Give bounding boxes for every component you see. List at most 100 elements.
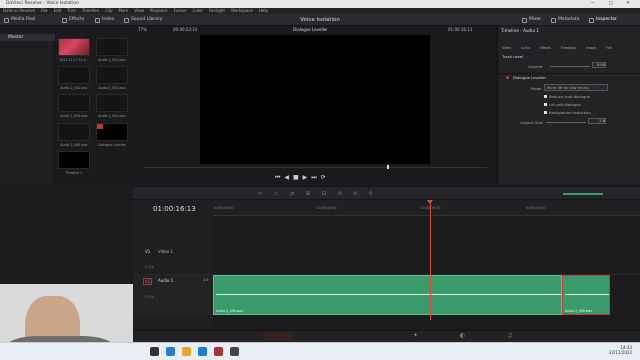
checkbox[interactable] xyxy=(544,111,547,114)
davinci-icon[interactable] xyxy=(230,347,239,356)
scrubber-bar[interactable] xyxy=(143,167,487,168)
clip-thumbnail-image xyxy=(59,39,89,55)
media-clip-thumb[interactable] xyxy=(96,123,128,141)
inspector-title: Timeline - Audio 1 xyxy=(501,28,539,33)
mixer-icon xyxy=(522,17,527,23)
output-gain-slider[interactable] xyxy=(546,122,586,123)
media-clip-thumb[interactable] xyxy=(58,38,90,56)
media-clip-label: Audio 2_004.wav xyxy=(60,114,88,118)
media-pool-button[interactable]: Media Pool xyxy=(4,14,35,26)
app-icon[interactable] xyxy=(198,347,207,356)
volume-slider[interactable] xyxy=(550,66,590,67)
record-timecode: 01:00:16:13 xyxy=(448,27,473,32)
sound-library-button[interactable]: Sound Library xyxy=(124,14,162,26)
playhead-handle[interactable] xyxy=(427,200,433,204)
playhead[interactable] xyxy=(430,200,431,320)
folder-icon[interactable] xyxy=(182,347,191,356)
index-button[interactable]: Index xyxy=(95,14,114,26)
edit-tools[interactable]: ✂ ▭ ⇄ ⊞ ⊟ ⟲ ⟳ ⚲ xyxy=(258,191,378,197)
effects-icon xyxy=(62,17,67,23)
tab-effects[interactable]: Effects xyxy=(540,46,551,50)
checkbox[interactable] xyxy=(544,95,547,98)
inspector-tabs: Video Audio Effects Transition Image Fil… xyxy=(502,46,612,50)
viewer-clip-name[interactable]: Dialogue Leveller xyxy=(293,26,328,34)
media-clip-thumb[interactable] xyxy=(58,94,90,112)
viewer-header: 77% 00:00:23:10 Dialogue Leveller 01:00:… xyxy=(133,26,497,34)
audio-clip[interactable]: Audio 2_006.wav xyxy=(562,275,610,315)
checkbox[interactable] xyxy=(544,103,547,106)
window-controls[interactable]: — ▢ ✕ xyxy=(591,0,636,8)
master-bin[interactable]: Master xyxy=(0,34,55,41)
viewer-screen[interactable] xyxy=(200,35,430,164)
v1-header[interactable]: V1 Video 1 0 Clip xyxy=(133,245,213,275)
mode-dropdown[interactable]: More lift for low levels xyxy=(544,84,608,91)
timeline-thumb[interactable] xyxy=(58,151,90,169)
media-clip-label: Timeline 1 xyxy=(65,171,83,175)
track-level-heading: Track Level xyxy=(502,54,524,59)
zoom-level[interactable]: 77% xyxy=(138,26,147,34)
output-gain-label: Output Gain xyxy=(520,120,544,125)
transport-controls[interactable]: ⏮◀■▶⏭⟳ xyxy=(275,174,330,182)
inspector-button[interactable]: Inspector xyxy=(589,14,617,26)
clock[interactable]: 14:43 22/11/2022 xyxy=(609,345,632,355)
media-clip-thumb[interactable] xyxy=(58,66,90,84)
volume-value[interactable]: 0.00 xyxy=(592,62,606,68)
mixer-button[interactable]: Mixer xyxy=(522,14,541,26)
media-clip-label: Audio 2_002.wav xyxy=(60,86,88,90)
tab-audio[interactable]: Audio xyxy=(521,46,530,50)
media-pool-icon xyxy=(4,17,9,23)
app-icon[interactable] xyxy=(150,347,159,356)
a1-header[interactable]: A1 Audio 1 2.0 0 Clip xyxy=(133,275,213,315)
audio-waveform xyxy=(216,294,561,295)
tab-file[interactable]: File xyxy=(606,46,611,50)
audio-clip[interactable]: Audio 2_006.wav xyxy=(213,275,562,315)
divider xyxy=(498,73,640,74)
opt-reduce-loud[interactable]: Reduce loud dialogue xyxy=(544,94,590,99)
window-title: DaVinci Resolve - Voice Isolation xyxy=(6,1,79,6)
media-clip-thumb[interactable] xyxy=(96,66,128,84)
sound-library-icon xyxy=(124,17,129,23)
media-clip-label: Audio 2_003.wav xyxy=(98,86,126,90)
tab-transition[interactable]: Transition xyxy=(561,46,576,50)
tab-image[interactable]: Image xyxy=(586,46,596,50)
metadata-icon xyxy=(551,17,556,23)
output-gain-value[interactable]: 2.6 xyxy=(588,118,606,124)
page-navigation-bar: ✦ ◐ ♫ xyxy=(133,330,640,342)
timeline-timecode: 01:00:16:13 xyxy=(153,205,196,213)
media-clip-label: Audio 2_006.wav xyxy=(60,143,88,147)
media-clip-label: Audio 2_005.wav xyxy=(98,114,126,118)
inspector-panel: Timeline - Audio 1 Video Audio Effects T… xyxy=(497,26,640,184)
opt-lift-soft[interactable]: Lift soft dialogue xyxy=(544,102,581,107)
media-clip-thumb[interactable] xyxy=(96,38,128,56)
viewer-panel: 77% 00:00:23:10 Dialogue Leveller 01:00:… xyxy=(133,26,497,186)
media-clip-thumb[interactable] xyxy=(58,123,90,141)
source-timecode: 00:00:23:10 xyxy=(173,27,198,32)
page-button[interactable] xyxy=(263,333,293,340)
media-clip-thumb[interactable] xyxy=(96,94,128,112)
tab-video[interactable]: Video xyxy=(502,46,511,50)
app-icon[interactable] xyxy=(166,347,175,356)
track-headers: 01:00:16:13 V1 Video 1 0 Clip A1 Audio 1… xyxy=(133,200,213,330)
index-icon xyxy=(95,17,100,23)
media-clip-label: Dialogue Leveller xyxy=(98,143,126,147)
volume-meter[interactable] xyxy=(563,193,603,195)
clip-color-flag xyxy=(97,124,103,129)
effect-enable-dot[interactable] xyxy=(506,76,509,79)
timeline-toolbar: ✂ ▭ ⇄ ⊞ ⊟ ⟲ ⟳ ⚲ xyxy=(133,186,640,200)
window-titlebar: DaVinci Resolve - Voice Isolation — ▢ ✕ xyxy=(0,0,640,8)
metadata-button[interactable]: Metadata xyxy=(551,14,579,26)
page-icons[interactable]: ✦ ◐ ♫ xyxy=(413,332,532,339)
video-track-v1[interactable] xyxy=(213,245,640,275)
volume-label: Volume xyxy=(528,64,543,69)
timeline-area[interactable]: 01:00:00:00 01:00:08:00 01:00:16:00 01:0… xyxy=(213,200,640,330)
mode-label: Mode xyxy=(531,86,542,91)
inspector-icon xyxy=(589,17,594,23)
opt-background-reduction[interactable]: Background reduction xyxy=(544,110,591,115)
effects-button[interactable]: Effects xyxy=(62,14,84,26)
effect-name: Dialogue Leveller xyxy=(513,75,547,80)
app-icon[interactable] xyxy=(214,347,223,356)
audio-waveform xyxy=(565,294,609,295)
scrubber-handle[interactable] xyxy=(387,165,389,169)
media-clip-label: 2022-11-27 12-5... xyxy=(59,58,89,62)
windows-taskbar: 14:43 22/11/2022 xyxy=(0,342,640,360)
